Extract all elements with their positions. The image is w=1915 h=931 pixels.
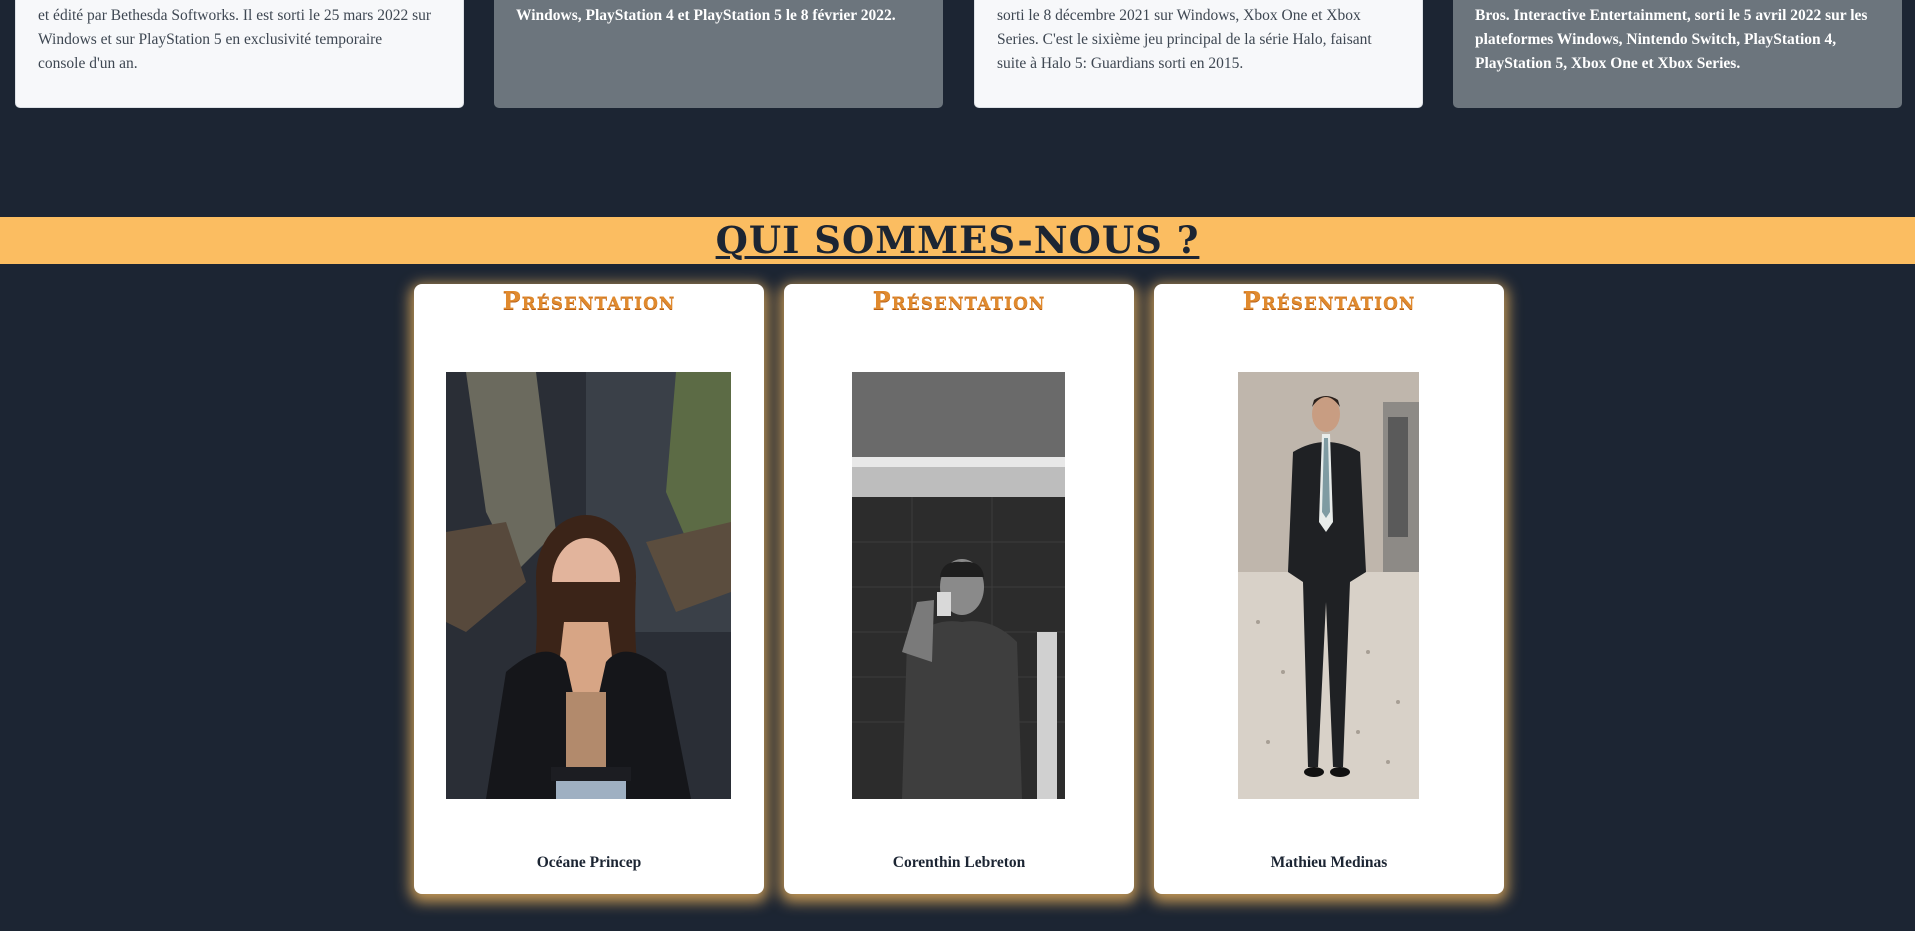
- team-card-1: Présentation Océane Princep: [414, 284, 764, 894]
- game-card-text-line: et édité par Bethesda Softworks. Il est …: [38, 7, 432, 24]
- about-banner: QUI SOMMES-NOUS ?: [0, 217, 1915, 264]
- member-name: Mathieu Medinas: [1270, 854, 1388, 871]
- game-card-1: et édité par Bethesda Softworks. Il est …: [15, 0, 464, 108]
- card-heading: Présentation: [1242, 286, 1416, 315]
- game-card-4: Bros. Interactive Entertainment, sorti l…: [1453, 0, 1902, 108]
- game-card-text-line: Bros. Interactive Entertainment, sorti l…: [1475, 7, 1868, 24]
- card-heading: Présentation: [872, 286, 1046, 315]
- game-card-text-line: console d'un an.: [38, 55, 138, 72]
- member-name: Corenthin Lebreton: [892, 854, 1026, 871]
- portrait-photo: [1238, 372, 1419, 799]
- about-section-title: QUI SOMMES-NOUS ?: [715, 218, 1200, 262]
- member-name: Océane Princep: [536, 854, 642, 871]
- game-card-text-line: suite à Halo 5: Guardians sorti en 2015.: [997, 55, 1244, 72]
- game-card-text-line: PlayStation 5, Xbox One et Xbox Series.: [1475, 55, 1741, 72]
- card-heading: Présentation: [502, 286, 676, 315]
- portrait-photo: [852, 372, 1065, 799]
- games-card-row: et édité par Bethesda Softworks. Il est …: [0, 0, 1915, 110]
- game-card-text-line: sorti le 8 décembre 2021 sur Windows, Xb…: [997, 7, 1361, 24]
- team-card-2: Présentation Corenthin Lebreton: [784, 284, 1134, 894]
- game-card-2: Windows, PlayStation 4 et PlayStation 5 …: [494, 0, 943, 108]
- team-card-3: Présentation Mathieu Medinas: [1154, 284, 1504, 894]
- game-card-text-line: plateformes Windows, Nintendo Switch, Pl…: [1475, 31, 1837, 48]
- game-card-text-line: Windows, PlayStation 4 et PlayStation 5 …: [516, 7, 896, 24]
- game-card-text-line: Series. C'est le sixième jeu principal d…: [997, 31, 1372, 48]
- game-card-3: sorti le 8 décembre 2021 sur Windows, Xb…: [974, 0, 1423, 108]
- portrait-photo: [446, 372, 731, 799]
- game-card-text-line: Windows et sur PlayStation 5 en exclusiv…: [38, 31, 383, 48]
